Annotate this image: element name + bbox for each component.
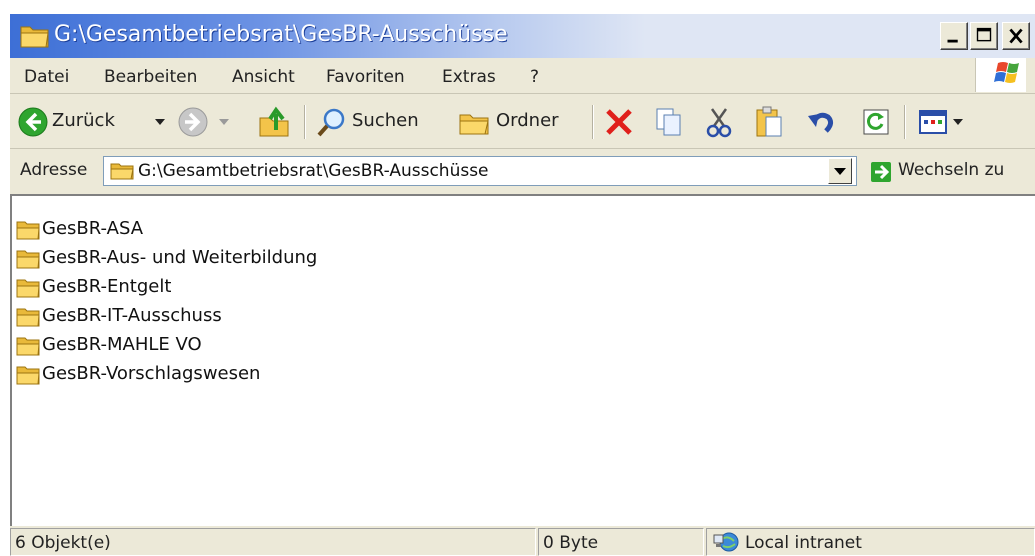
minimize-icon: [947, 39, 958, 43]
search-icon: [317, 108, 345, 137]
back-arrow-icon: [18, 107, 48, 137]
maximize-icon: [976, 27, 992, 42]
list-item[interactable]: GesBR-ASA: [16, 216, 416, 244]
intranet-icon: [713, 532, 739, 552]
address-label: Adresse: [20, 160, 88, 180]
refresh-icon: [863, 109, 889, 135]
chevron-down-icon: [834, 168, 846, 175]
status-size-panel: 0 Byte: [538, 528, 704, 556]
window-title: G:\Gesamtbetriebsrat\GesBR-Ausschüsse: [54, 22, 508, 47]
windows-flag-icon: [994, 62, 1019, 83]
status-objects-panel: 6 Objekt(e): [10, 528, 536, 556]
paste-icon: [756, 106, 782, 137]
search-button[interactable]: Suchen: [314, 95, 454, 149]
close-button[interactable]: [1002, 22, 1030, 50]
back-button[interactable]: Zurück: [14, 95, 174, 149]
file-name: GesBR-Aus- und Weiterbildung: [42, 247, 318, 268]
status-objects: 6 Objekt(e): [15, 533, 111, 553]
folders-icon: [459, 114, 489, 135]
folder-icon: [16, 337, 40, 356]
list-item[interactable]: GesBR-IT-Ausschuss: [16, 303, 416, 331]
forward-arrow-icon: [178, 107, 208, 137]
undo-button[interactable]: [802, 95, 842, 149]
menu-favoriten[interactable]: Favoriten: [326, 67, 405, 87]
status-zone: Local intranet: [745, 533, 862, 553]
close-icon: [1009, 28, 1023, 44]
toolbar: Zurück Suchen Ordner: [10, 95, 1035, 149]
toolbar-separator: [304, 105, 306, 139]
address-bar: Adresse G:\Gesamtbetriebsrat\GesBR-Aussc…: [10, 150, 1035, 192]
menu-help[interactable]: ?: [530, 67, 539, 87]
up-button[interactable]: [254, 95, 298, 149]
menu-extras[interactable]: Extras: [442, 67, 496, 87]
menu-bearbeiten[interactable]: Bearbeiten: [104, 67, 197, 87]
list-item[interactable]: GesBR-Vorschlagswesen: [16, 361, 416, 389]
file-name: GesBR-Entgelt: [42, 276, 172, 297]
folders-button[interactable]: Ordner: [456, 95, 586, 149]
title-bar[interactable]: G:\Gesamtbetriebsrat\GesBR-Ausschüsse: [10, 14, 1035, 58]
paste-button[interactable]: [750, 95, 790, 149]
copy-icon: [656, 108, 681, 136]
toolbar-separator: [904, 105, 906, 139]
views-icon: [919, 110, 947, 134]
address-dropdown-button[interactable]: [828, 158, 852, 184]
address-value: G:\Gesamtbetriebsrat\GesBR-Ausschüsse: [138, 161, 489, 181]
folder-up-icon: [259, 106, 289, 137]
search-label: Suchen: [352, 110, 419, 131]
folder-icon: [16, 279, 40, 298]
folder-icon: [16, 250, 40, 269]
list-item[interactable]: GesBR-MAHLE VO: [16, 332, 416, 360]
views-button[interactable]: [914, 95, 974, 149]
folder-icon: [110, 163, 134, 180]
list-item[interactable]: GesBR-Aus- und Weiterbildung: [16, 245, 416, 273]
refresh-button[interactable]: [856, 95, 896, 149]
forward-button[interactable]: [176, 95, 236, 149]
folder-icon: [16, 366, 40, 385]
folder-icon: [20, 26, 49, 48]
status-size: 0 Byte: [543, 533, 599, 553]
folder-icon: [16, 308, 40, 327]
status-bar: 6 Objekt(e) 0 Byte Local intranet: [10, 526, 1035, 556]
go-arrow-icon: [871, 162, 891, 182]
windows-logo: [975, 58, 1026, 92]
cut-icon: [706, 108, 732, 138]
folders-label: Ordner: [496, 110, 559, 131]
file-name: GesBR-IT-Ausschuss: [42, 305, 222, 326]
menu-ansicht[interactable]: Ansicht: [232, 67, 295, 87]
minimize-button[interactable]: [940, 22, 968, 50]
toolbar-separator: [592, 105, 594, 139]
explorer-window: G:\Gesamtbetriebsrat\GesBR-Ausschüsse Da…: [10, 14, 1035, 556]
menu-datei[interactable]: Datei: [24, 67, 69, 87]
folder-icon: [16, 221, 40, 240]
file-name: GesBR-ASA: [42, 218, 144, 239]
chevron-down-icon[interactable]: [952, 117, 964, 127]
copy-to-button[interactable]: [650, 95, 690, 149]
cut-button[interactable]: [700, 95, 740, 149]
file-name: GesBR-MAHLE VO: [42, 334, 202, 355]
undo-icon: [808, 112, 834, 133]
chevron-down-icon[interactable]: [154, 117, 166, 127]
go-button[interactable]: Wechseln zu: [866, 157, 1035, 187]
address-input[interactable]: G:\Gesamtbetriebsrat\GesBR-Ausschüsse: [103, 156, 857, 186]
go-label: Wechseln zu: [898, 160, 1005, 180]
menu-bar: Datei Bearbeiten Ansicht Favoriten Extra…: [10, 58, 1035, 94]
status-zone-panel: Local intranet: [706, 528, 1035, 556]
list-item[interactable]: GesBR-Entgelt: [16, 274, 416, 302]
file-list[interactable]: GesBR-ASA GesBR-Aus- und Weiterbildung G…: [10, 194, 1035, 526]
chevron-down-icon[interactable]: [218, 117, 230, 127]
back-label: Zurück: [52, 110, 115, 131]
delete-button[interactable]: [600, 95, 642, 149]
maximize-button[interactable]: [970, 22, 998, 50]
delete-icon: [606, 109, 632, 135]
file-name: GesBR-Vorschlagswesen: [42, 363, 261, 384]
